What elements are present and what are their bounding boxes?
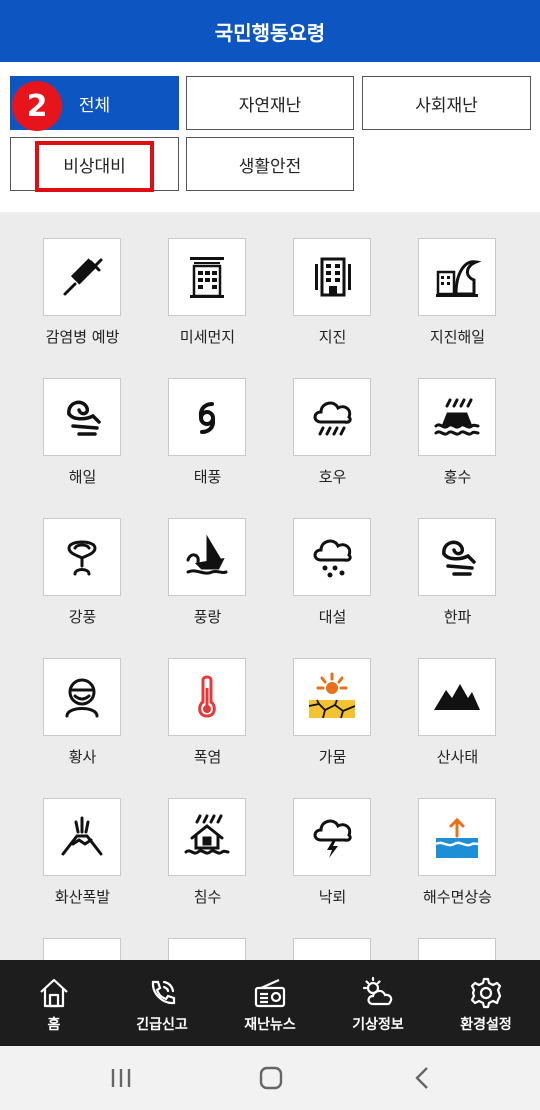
volcano-icon: [43, 798, 121, 876]
filter-label: 사회재난: [415, 95, 478, 116]
filter-label: 전체: [78, 95, 111, 116]
partial-tile-box: [293, 938, 371, 960]
partial-tile-box: [168, 938, 246, 960]
weather-icon: [362, 976, 393, 1006]
guide-item-heavy-rain[interactable]: 호우: [250, 352, 375, 492]
sailboat-wave-icon: [168, 518, 246, 596]
guide-item-earthquake[interactable]: 지진: [250, 212, 375, 352]
guide-item-cold-wave[interactable]: 한파: [375, 492, 500, 632]
gear-icon: [470, 977, 502, 1009]
syringe-icon: [43, 238, 121, 316]
guide-item-yellow-dust[interactable]: 황사: [0, 632, 125, 772]
nav-label: 홈: [47, 1017, 61, 1033]
guide-item-label: 한파: [443, 608, 472, 626]
fine-dust-building-icon: [168, 238, 246, 316]
guide-item-storm-surge[interactable]: 해일: [0, 352, 125, 492]
system-navigation-bar: [0, 1046, 540, 1110]
disaster-guide-grid: 감염병 예방 미세먼지 지진 지진해일 해일 태풍 호우 홍수 강풍 풍랑 대설…: [0, 212, 540, 960]
nav-label: 기상정보: [352, 1017, 404, 1033]
home-icon: [40, 978, 68, 1008]
phone-icon: [151, 980, 176, 1005]
nav-weather-info[interactable]: 기상정보: [324, 960, 432, 1046]
filter-label: 자연재난: [238, 95, 302, 116]
tsunami-building-icon: [418, 238, 496, 316]
filter-label: 생활안전: [238, 156, 302, 177]
rain-cloud-icon: [293, 378, 371, 456]
guide-item-strong-wind[interactable]: 강풍: [0, 492, 125, 632]
filter-life-safety-button[interactable]: 생활안전: [186, 137, 354, 191]
lightning-cloud-icon: [293, 798, 371, 876]
radio-icon: [254, 978, 286, 1008]
sea-level-rise-icon: [418, 798, 496, 876]
cold-wave-icon: [418, 518, 496, 596]
guide-item-inundation[interactable]: 침수: [125, 772, 250, 912]
app-header: 국민행동요령: [0, 0, 540, 62]
filter-social-disaster-button[interactable]: 사회재난: [362, 76, 531, 130]
highlight-annotation-box: [35, 141, 154, 192]
snow-cloud-icon: [293, 518, 371, 596]
nav-label: 재난뉴스: [244, 1017, 296, 1033]
mountain-icon: [418, 658, 496, 736]
guide-item-flood[interactable]: 홍수: [375, 352, 500, 492]
guide-item-label: 홍수: [443, 468, 472, 486]
filter-natural-disaster-button[interactable]: 자연재난: [186, 76, 354, 130]
home-button-icon[interactable]: [256, 1066, 286, 1090]
back-icon[interactable]: [408, 1066, 438, 1090]
partial-tile-box: [43, 938, 121, 960]
flooded-house-icon: [168, 798, 246, 876]
recent-apps-icon[interactable]: [106, 1066, 136, 1090]
guide-item-fine-dust[interactable]: 미세먼지: [125, 212, 250, 352]
nav-home[interactable]: 홈: [0, 960, 108, 1046]
mask-person-icon: [43, 658, 121, 736]
guide-item-label: 해수면상승: [422, 888, 492, 906]
guide-item-landslide[interactable]: 산사태: [375, 632, 500, 772]
nav-label: 환경설정: [460, 1017, 512, 1033]
guide-item-infection[interactable]: 감염병 예방: [0, 212, 125, 352]
guide-item-tsunami[interactable]: 지진해일: [375, 212, 500, 352]
guide-item-partial[interactable]: [250, 912, 375, 960]
guide-item-sea-level-rise[interactable]: 해수면상승: [375, 772, 500, 912]
guide-item-typhoon[interactable]: 태풍: [125, 352, 250, 492]
guide-item-heat-wave[interactable]: 폭염: [125, 632, 250, 772]
bottom-navigation: 홈 긴급신고 재난뉴스 기상정보 환경설정: [0, 960, 540, 1046]
step-number-badge: 2: [12, 81, 62, 131]
earthquake-building-icon: [293, 238, 371, 316]
guide-item-partial[interactable]: [125, 912, 250, 960]
nav-label: 긴급신고: [136, 1017, 188, 1033]
guide-item-high-seas[interactable]: 풍랑: [125, 492, 250, 632]
tornado-icon: [43, 518, 121, 596]
guide-item-label: 지진해일: [429, 328, 486, 346]
nav-settings[interactable]: 환경설정: [432, 960, 540, 1046]
drought-sun-icon: [293, 658, 371, 736]
typhoon-icon: [168, 378, 246, 456]
nav-disaster-news[interactable]: 재난뉴스: [216, 960, 324, 1046]
guide-item-label: 산사태: [436, 748, 479, 766]
guide-item-volcano[interactable]: 화산폭발: [0, 772, 125, 912]
step-number: 2: [26, 88, 48, 124]
guide-item-lightning[interactable]: 낙뢰: [250, 772, 375, 912]
guide-item-heavy-snow[interactable]: 대설: [250, 492, 375, 632]
guide-item-partial[interactable]: [375, 912, 500, 960]
flood-car-icon: [418, 378, 496, 456]
wave-icon: [43, 378, 121, 456]
nav-emergency-report[interactable]: 긴급신고: [108, 960, 216, 1046]
page-title: 국민행동요령: [214, 20, 326, 45]
thermometer-icon: [168, 658, 246, 736]
guide-item-partial[interactable]: [0, 912, 125, 960]
guide-item-drought[interactable]: 가뭄: [250, 632, 375, 772]
partial-tile-box: [418, 938, 496, 960]
